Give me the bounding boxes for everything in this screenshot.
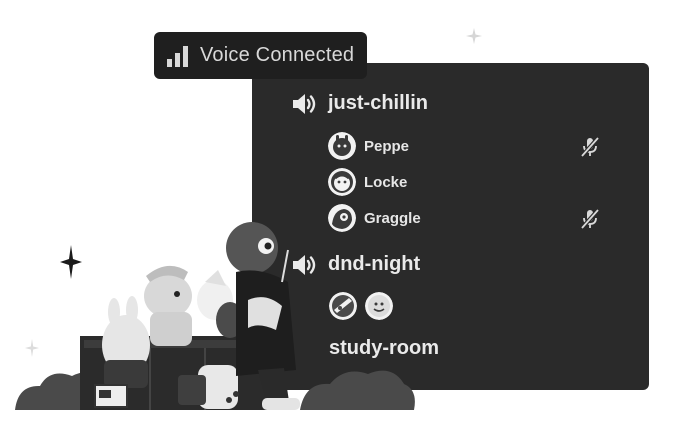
characters-illustration: [15, 222, 415, 410]
stage: Voice Connected just-chillin Peppe Locke…: [0, 0, 678, 440]
